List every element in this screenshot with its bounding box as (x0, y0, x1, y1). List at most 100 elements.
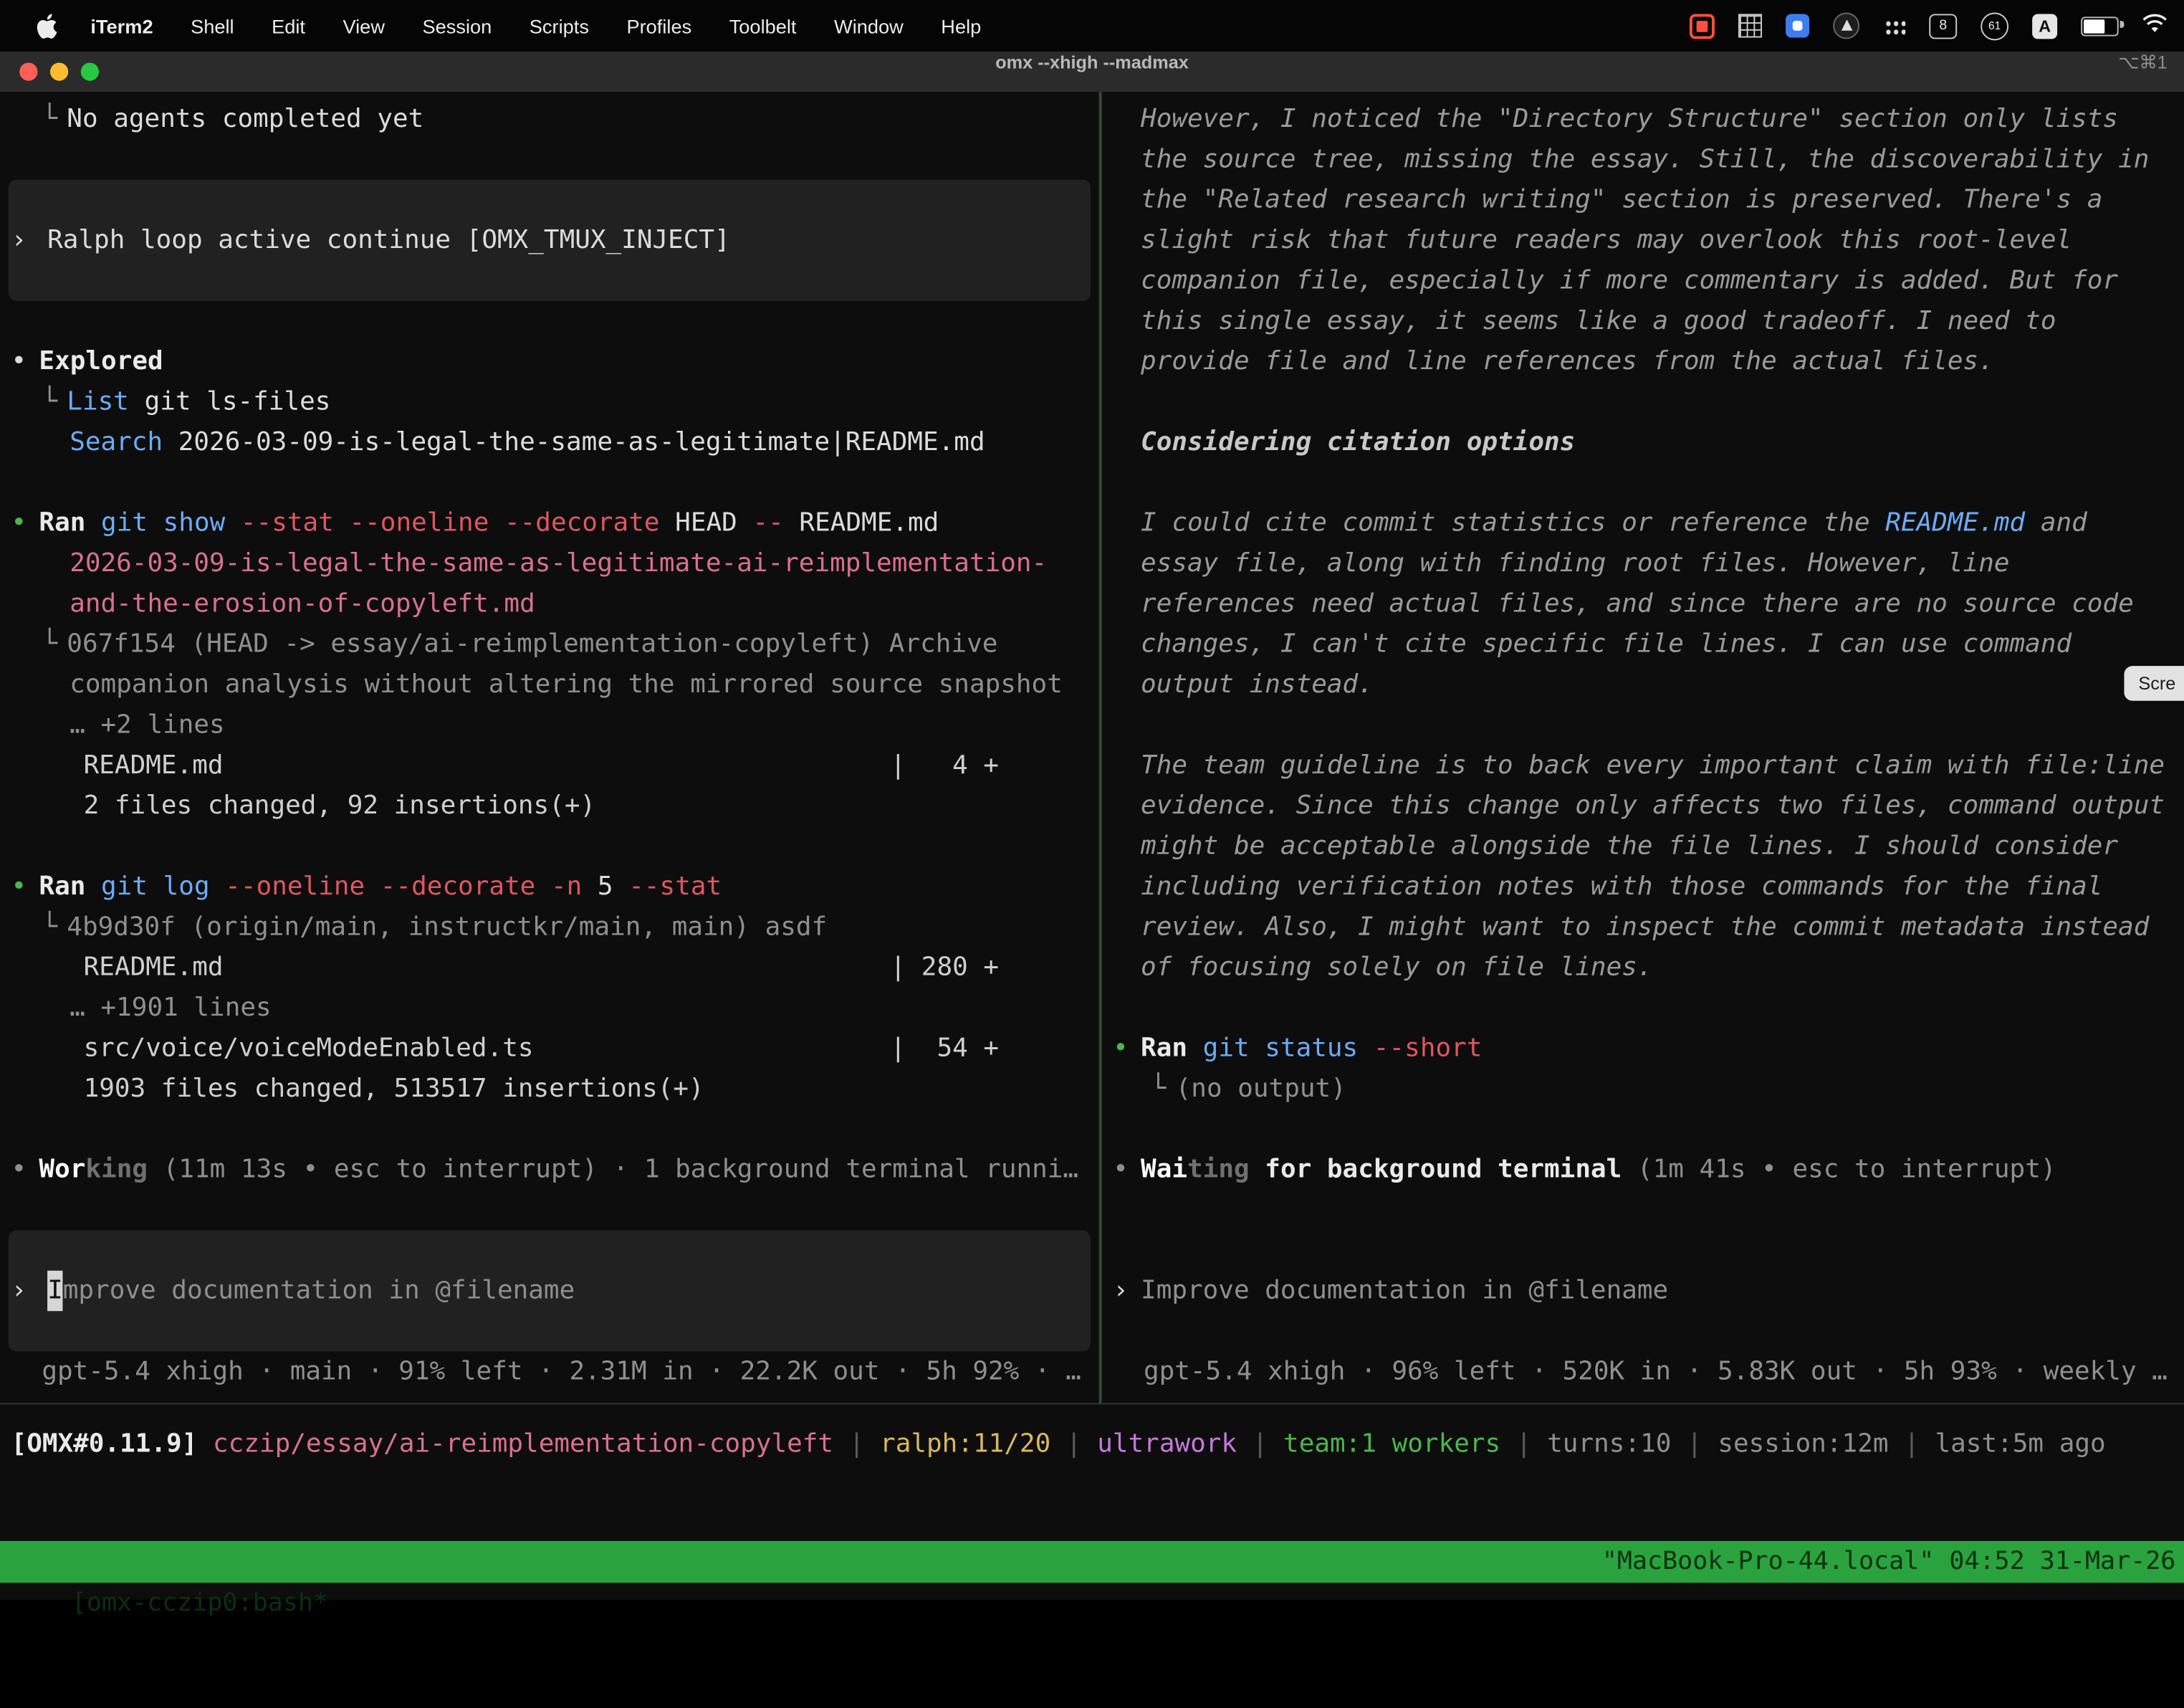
input-source-icon[interactable]: A (2032, 13, 2057, 38)
left-terminal-pane: └No agents completed yet ›Ralph loop act… (0, 92, 1102, 1403)
reasoning-line: of focusing solely on file lines. (1102, 948, 2184, 988)
git-status-command-line: •Ran git status --short (1102, 1029, 2184, 1069)
truncation-note: … +1901 lines (0, 988, 1099, 1028)
tree-elbow: └ (42, 99, 67, 139)
text-cursor: I (47, 1271, 63, 1311)
commit-line: └4b9d30f (origin/main, instructkr/main, … (0, 907, 1099, 947)
omx-branch: cczip/essay/ai-reimplementation-copyleft (213, 1429, 833, 1459)
prompt-input-box[interactable]: ›Improve documentation in @filename (9, 1230, 1091, 1351)
command-output-line: └(no output) (1102, 1069, 2184, 1109)
omx-turns: turns:10 (1547, 1429, 1671, 1459)
omx-ralph-counter: ralph:11/20 (880, 1429, 1050, 1459)
dark-circle-app-icon[interactable] (1833, 12, 1859, 39)
bullet-icon: • (1113, 1150, 1141, 1190)
commit-line: └067f154 (HEAD -> essay/ai-reimplementat… (0, 624, 1099, 664)
minimize-button[interactable] (50, 62, 68, 80)
menu-item-toolbelt[interactable]: Toolbelt (729, 14, 797, 37)
reasoning-line: essay file, along with finding root file… (1102, 543, 2184, 583)
tree-elbow: └ (42, 382, 67, 422)
diffstat-line: README.md | 280 + (0, 948, 1099, 988)
prompt-chevron: › (11, 220, 48, 260)
reasoning-line: the source tree, missing the essay. Stil… (1102, 139, 2184, 179)
reasoning-line: provide file and line references from th… (1102, 341, 2184, 381)
reasoning-line: changes, I can't cite specific file line… (1102, 624, 2184, 664)
ralph-banner-text: Ralph loop active continue [OMX_TMUX_INJ… (47, 220, 730, 260)
diffstat-line: README.md | 4 + (0, 745, 1099, 786)
model-status-line: gpt-5.4 xhigh · main · 91% left · 2.31M … (0, 1352, 1099, 1392)
working-status-line: •Working (11m 13s • esc to interrupt) · … (0, 1150, 1099, 1190)
reasoning-line: review. Also, I might want to inspect th… (1102, 907, 2184, 947)
tree-elbow: └ (42, 907, 67, 947)
tree-elbow: └ (42, 624, 67, 664)
prompt-input-text: mprove documentation in @filename (63, 1271, 575, 1311)
zoom-button[interactable] (81, 62, 99, 80)
essay-filename-line: 2026-03-09-is-legal-the-same-as-legitima… (0, 543, 1099, 583)
omx-last: last:5m ago (1935, 1429, 2106, 1459)
reasoning-line: might be acceptable alongside the file l… (1102, 826, 2184, 867)
key-icon[interactable]: 8 (1929, 13, 1957, 38)
omx-session: session:12m (1718, 1429, 1888, 1459)
menu-items: iTerm2 Shell Edit View Session Scripts P… (90, 14, 981, 37)
truncation-note: … +2 lines (0, 705, 1099, 745)
reasoning-line: However, I noticed the "Directory Struct… (1102, 99, 2184, 139)
menu-item-view[interactable]: View (343, 14, 384, 37)
reasoning-line: The team guideline is to back every impo… (1102, 745, 2184, 786)
omx-mode: ultrawork (1097, 1429, 1237, 1459)
menu-item-edit[interactable]: Edit (272, 14, 305, 37)
reasoning-line: the "Related research writing" section i… (1102, 180, 2184, 220)
reasoning-line: slight risk that future readers may over… (1102, 220, 2184, 260)
terminal-panes: └No agents completed yet ›Ralph loop act… (0, 92, 2184, 1404)
right-terminal-pane: However, I noticed the "Directory Struct… (1102, 92, 2184, 1403)
explored-list-line: └List git ls-files (0, 382, 1099, 422)
apple-menu-icon[interactable] (37, 13, 57, 38)
essay-filename-line: and-the-erosion-of-copyleft.md (0, 583, 1099, 624)
window-title: omx --xhigh --madmax (0, 52, 2184, 72)
commit-line-wrap: companion analysis without altering the … (0, 664, 1099, 705)
diffstat-line: src/voice/voiceModeEnabled.ts | 54 + (0, 1029, 1099, 1069)
tmux-session-name[interactable]: [omx-cczip0:bash* (60, 1588, 328, 1618)
screen-overlay-button[interactable]: Scre (2125, 666, 2184, 701)
menu-item-shell[interactable]: Shell (191, 14, 234, 37)
dots-grid-icon[interactable] (1883, 17, 1905, 34)
window-grid-icon[interactable] (1738, 14, 1762, 37)
window-title-bar: omx --xhigh --madmax ⌥⌘1 (0, 52, 2184, 93)
agents-note-line: └No agents completed yet (0, 99, 1099, 139)
screen: iTerm2 Shell Edit View Session Scripts P… (0, 0, 2184, 1600)
menu-item-scripts[interactable]: Scripts (530, 14, 589, 37)
model-status-line: gpt-5.4 xhigh · 96% left · 520K in · 5.8… (1102, 1352, 2184, 1392)
reasoning-line: this single essay, it seems like a good … (1102, 301, 2184, 341)
prompt-input-line[interactable]: ›Improve documentation in @filename (1102, 1271, 2184, 1311)
prompt-chevron: › (1113, 1271, 1141, 1311)
reasoning-heading: Considering citation options (1102, 422, 2184, 462)
omx-version: [OMX#0.11.9] (11, 1429, 213, 1459)
stop-recording-icon[interactable] (1690, 13, 1715, 38)
menu-item-session[interactable]: Session (422, 14, 492, 37)
prompt-chevron: › (11, 1271, 48, 1311)
battery-icon[interactable] (2081, 16, 2118, 35)
prompt-input-text: Improve documentation in @filename (1141, 1277, 1668, 1306)
reasoning-line: companion file, especially if more comme… (1102, 261, 2184, 301)
reasoning-line: evidence. Since this change only affects… (1102, 786, 2184, 826)
tree-elbow: └ (1151, 1069, 1176, 1109)
battery-gauge-icon[interactable]: 61 (1981, 12, 2008, 40)
bullet-icon: • (11, 1150, 39, 1190)
menu-item-window[interactable]: Window (834, 14, 904, 37)
macos-menu-bar: iTerm2 Shell Edit View Session Scripts P… (0, 0, 2184, 52)
waiting-status-line: •Waiting for background terminal (1m 41s… (1102, 1150, 2184, 1190)
git-log-command-line: •Ran git log --oneline --decorate -n 5 -… (0, 867, 1099, 907)
bullet-icon: • (11, 503, 39, 543)
bullet-icon: • (11, 341, 39, 381)
menu-item-iterm2[interactable]: iTerm2 (90, 14, 153, 37)
omx-team: team:1 workers (1283, 1429, 1500, 1459)
explored-header-line: •Explored (0, 341, 1099, 381)
diffstat-summary: 2 files changed, 92 insertions(+) (0, 786, 1099, 826)
close-button[interactable] (19, 62, 37, 80)
menu-item-help[interactable]: Help (941, 14, 981, 37)
wifi-icon[interactable] (2142, 14, 2168, 37)
blue-app-icon[interactable] (1786, 14, 1809, 37)
omx-status-bar: [OMX#0.11.9] cczip/essay/ai-reimplementa… (0, 1424, 2184, 1464)
menu-item-profiles[interactable]: Profiles (626, 14, 691, 37)
reasoning-line: output instead. (1102, 664, 2184, 705)
git-show-command-line: •Ran git show --stat --oneline --decorat… (0, 503, 1099, 543)
tmux-host-clock: "MacBook-Pro-44.local" 04:52 31-Mar-26 (1602, 1541, 2176, 1583)
